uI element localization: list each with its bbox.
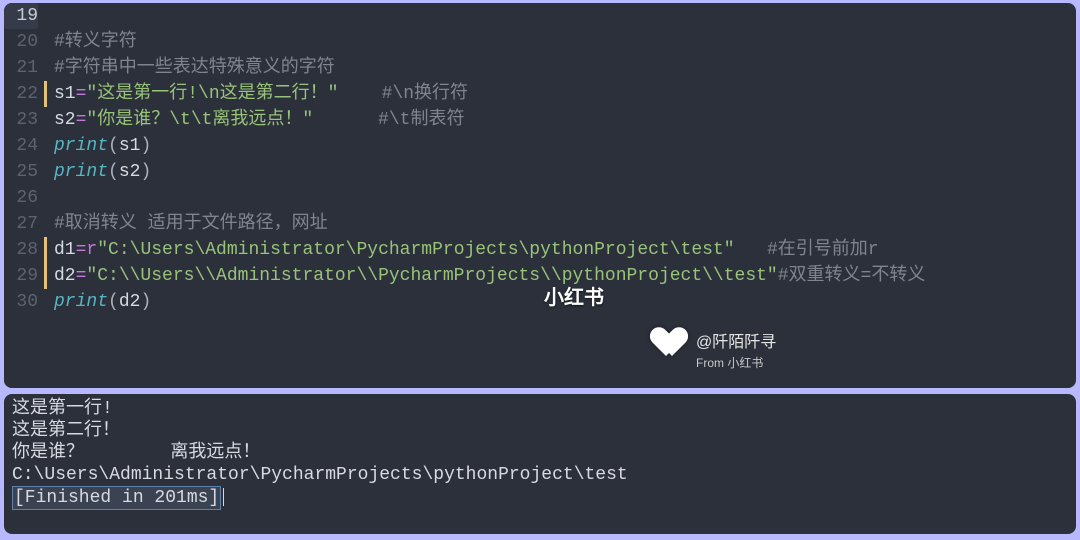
code-line: d1=r"C:\Users\Administrator\PycharmProje… <box>54 237 1076 263</box>
cursor-icon <box>223 488 224 506</box>
line-number: 30 <box>4 289 38 315</box>
code-editor[interactable]: 19 20 21 22 23 24 25 26 27 28 29 30 #转义字… <box>4 3 1076 388</box>
console-line: C:\Users\Administrator\PycharmProjects\p… <box>12 464 1068 486</box>
operator: = <box>76 110 87 130</box>
line-gutter: 19 20 21 22 23 24 25 26 27 28 29 30 <box>4 3 44 388</box>
paren: ( <box>108 136 119 156</box>
string-prefix: r <box>86 240 97 260</box>
line-number: 21 <box>4 55 38 81</box>
paren: ) <box>140 162 151 182</box>
string: "你是谁？\t\t离我远点！" <box>86 110 313 130</box>
watermark-user: @阡陌阡寻 From 小红书 <box>654 328 776 371</box>
console-line: 这是第一行! <box>12 398 1068 420</box>
console-line: 这是第二行！ <box>12 420 1068 442</box>
comment: #转义字符 <box>54 32 137 52</box>
code-line: #字符串中一些表达特殊意义的字符 <box>54 55 1076 81</box>
line-number: 29 <box>4 263 38 289</box>
comment: #取消转义 适用于文件路径，网址 <box>54 214 328 234</box>
comment: #\t制表符 <box>313 110 464 130</box>
comment: #双重转义=不转义 <box>778 266 926 286</box>
paren: ) <box>140 136 151 156</box>
watermark-center: 小红书 <box>544 281 604 310</box>
keyword: print <box>54 136 108 156</box>
line-number: 23 <box>4 107 38 133</box>
edit-marker <box>44 263 47 289</box>
operator: = <box>76 84 87 104</box>
code-line: print(s1) <box>54 133 1076 159</box>
watermark-text: @阡陌阡寻 From 小红书 <box>696 328 776 371</box>
watermark-from: From 小红书 <box>696 354 776 371</box>
watermark-username: @阡陌阡寻 <box>696 328 776 352</box>
edit-marker <box>44 81 47 107</box>
comment: #在引号前加r <box>735 240 879 260</box>
line-number: 26 <box>4 185 38 211</box>
line-number: 25 <box>4 159 38 185</box>
output-console[interactable]: 这是第一行! 这是第二行！ 你是谁？ 离我远点！ C:\Users\Admini… <box>4 394 1076 534</box>
argument: s2 <box>119 162 141 182</box>
finished-badge: [Finished in 201ms] <box>12 486 221 510</box>
code-line: s1="这是第一行!\n这是第二行！" #\n换行符 <box>54 81 1076 107</box>
variable: d1 <box>54 240 76 260</box>
console-line: 你是谁？ 离我远点！ <box>12 442 1068 464</box>
line-number: 22 <box>4 81 38 107</box>
paren: ( <box>108 292 119 312</box>
operator: = <box>76 266 87 286</box>
code-line: s2="你是谁？\t\t离我远点！" #\t制表符 <box>54 107 1076 133</box>
code-area[interactable]: #转义字符 #字符串中一些表达特殊意义的字符 s1="这是第一行!\n这是第二行… <box>44 3 1076 388</box>
line-number: 28 <box>4 237 38 263</box>
keyword: print <box>54 292 108 312</box>
keyword: print <box>54 162 108 182</box>
edit-marker <box>44 237 47 263</box>
variable: d2 <box>54 266 76 286</box>
comment: #\n换行符 <box>338 84 468 104</box>
paren: ) <box>140 292 151 312</box>
argument: s1 <box>119 136 141 156</box>
variable: s2 <box>54 110 76 130</box>
line-number: 24 <box>4 133 38 159</box>
code-line: print(s2) <box>54 159 1076 185</box>
console-finished-line: [Finished in 201ms] <box>12 486 1068 508</box>
heart-icon <box>654 328 686 356</box>
line-number: 27 <box>4 211 38 237</box>
string: "C:\Users\Administrator\PycharmProjects\… <box>97 240 734 260</box>
code-line: #转义字符 <box>54 29 1076 55</box>
argument: d2 <box>119 292 141 312</box>
line-number: 19 <box>4 3 38 29</box>
string: "这是第一行!\n这是第二行！" <box>86 84 338 104</box>
line-number: 20 <box>4 29 38 55</box>
code-line: #取消转义 适用于文件路径，网址 <box>54 211 1076 237</box>
code-line <box>54 3 1076 29</box>
operator: = <box>76 240 87 260</box>
paren: ( <box>108 162 119 182</box>
comment: #字符串中一些表达特殊意义的字符 <box>54 58 335 78</box>
string: "C:\\Users\\Administrator\\PycharmProjec… <box>86 266 777 286</box>
variable: s1 <box>54 84 76 104</box>
code-line <box>54 185 1076 211</box>
